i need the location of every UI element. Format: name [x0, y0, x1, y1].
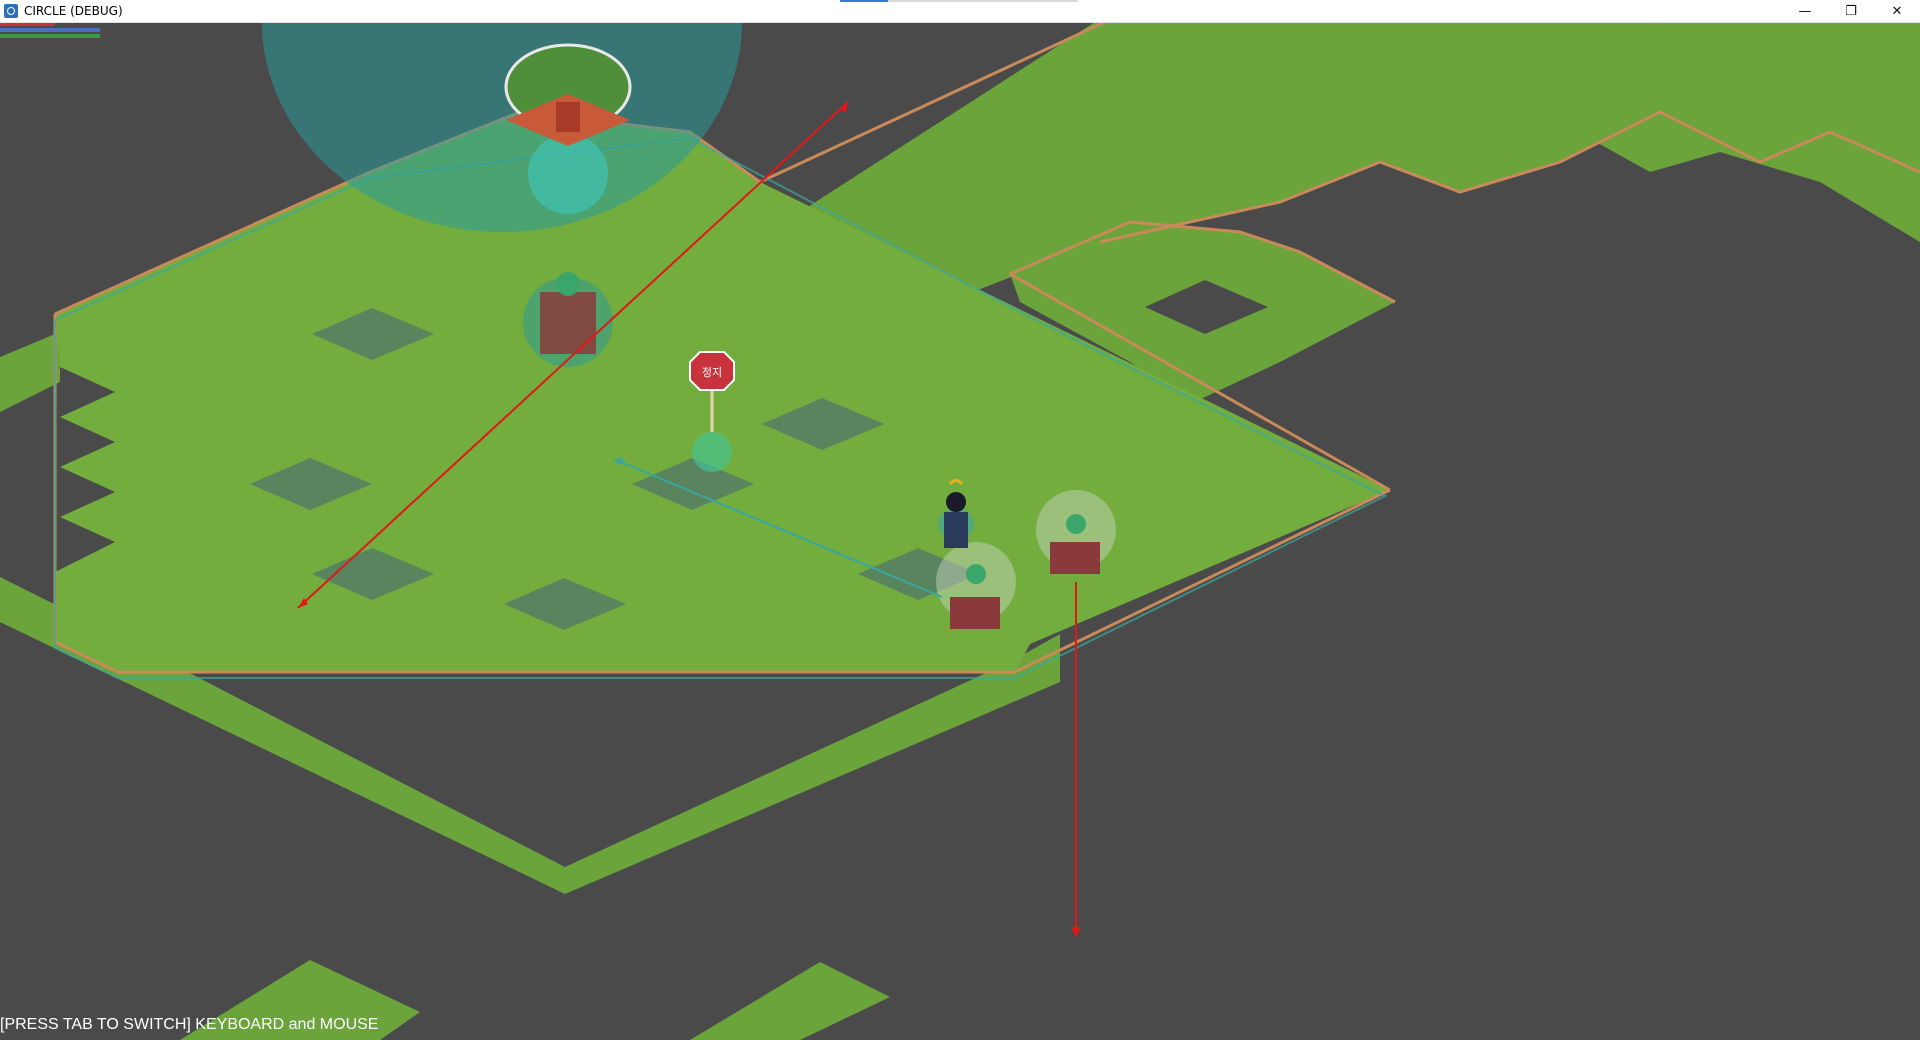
stamina-bar — [0, 34, 100, 38]
minimize-button[interactable]: — — [1782, 0, 1828, 22]
stop-sign-text: 정지 — [702, 366, 722, 379]
mana-bar — [0, 28, 100, 32]
sign-trigger-circle — [692, 432, 732, 472]
game-viewport[interactable]: 정지 — [0, 22, 1920, 1040]
window-title: CIRCLE (DEBUG) — [24, 4, 123, 18]
window-titlebar: CIRCLE (DEBUG) — ❐ ✕ — [0, 0, 1920, 23]
restore-button[interactable]: ❐ — [1828, 0, 1874, 22]
control-hint: [PRESS TAB TO SWITCH] KEYBOARD and MOUSE — [0, 1016, 379, 1033]
window-controls: — ❐ ✕ — [1782, 0, 1920, 22]
app-icon — [4, 4, 18, 18]
titlebar-accent-light — [888, 0, 1078, 2]
hud-status-bars — [0, 22, 100, 40]
titlebar-accent — [840, 0, 888, 2]
shrine-door — [556, 102, 580, 132]
close-button[interactable]: ✕ — [1874, 0, 1920, 22]
